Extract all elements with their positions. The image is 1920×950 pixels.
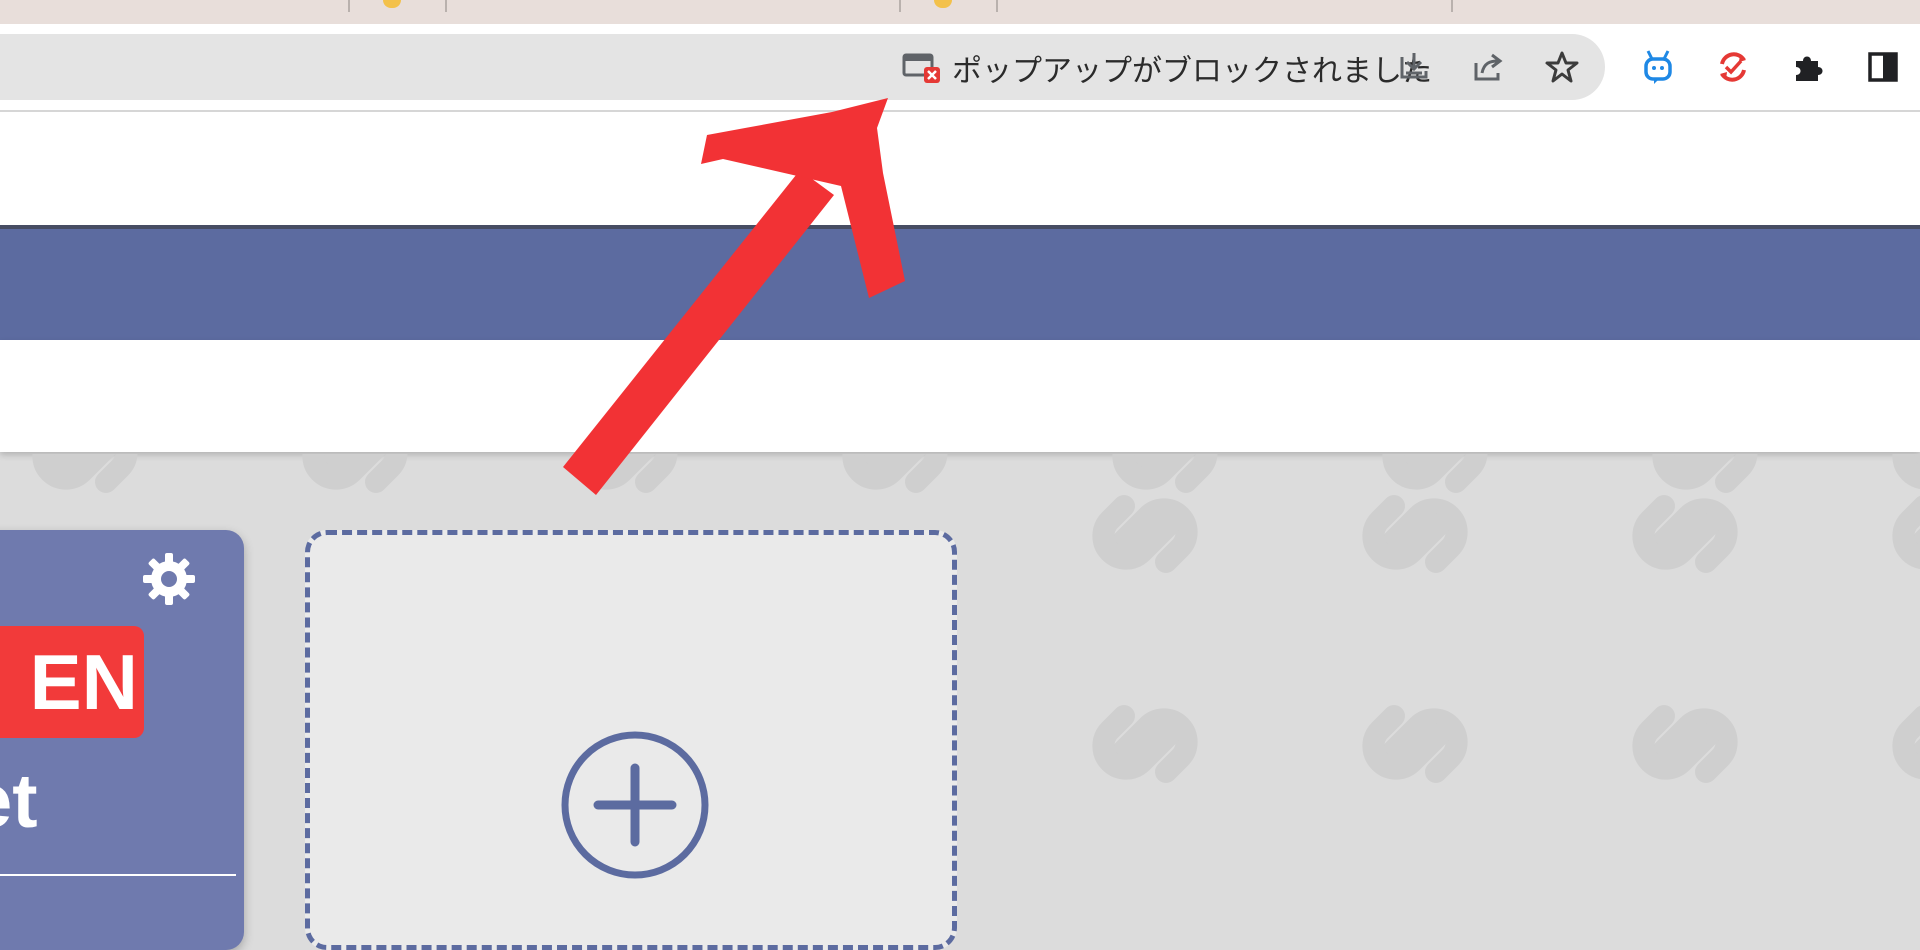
popup-blocked-icon [902,51,942,85]
extensions-puzzle-icon[interactable] [1787,46,1829,88]
tab-separator [445,0,447,12]
chain-link-pattern-background [0,454,1920,900]
page-banner [0,229,1920,340]
extension-sync-icon[interactable] [1712,46,1754,88]
bookmark-star-icon[interactable] [1541,46,1583,88]
share-icon[interactable] [1467,46,1509,88]
gear-icon[interactable] [140,550,198,608]
tab-favicon[interactable] [383,0,401,8]
link-card[interactable]: EN et [0,530,244,950]
plus-circle-icon[interactable] [560,730,710,880]
popup-blocked-label: ポップアップがブロックされました [952,54,1432,89]
card-divider [0,874,236,876]
tab-separator [996,0,998,12]
side-panel-icon[interactable] [1862,46,1904,88]
card-title: et [0,762,38,842]
add-card-tile[interactable] [305,530,957,950]
extension-robot-icon[interactable] [1637,46,1679,88]
language-badge: EN [0,626,144,738]
tab-separator [1451,0,1453,12]
tab-separator [899,0,901,12]
page-subheader-area [0,340,1920,452]
page-header-area [0,112,1920,225]
install-icon[interactable] [1393,46,1435,88]
tab-strip [0,0,1920,24]
browser-toolbar: ポップアップがブロックされました [0,24,1920,112]
tab-favicon[interactable] [934,0,952,8]
tab-separator [348,0,350,12]
popup-blocked-chip[interactable]: ポップアップがブロックされました [902,48,1432,89]
